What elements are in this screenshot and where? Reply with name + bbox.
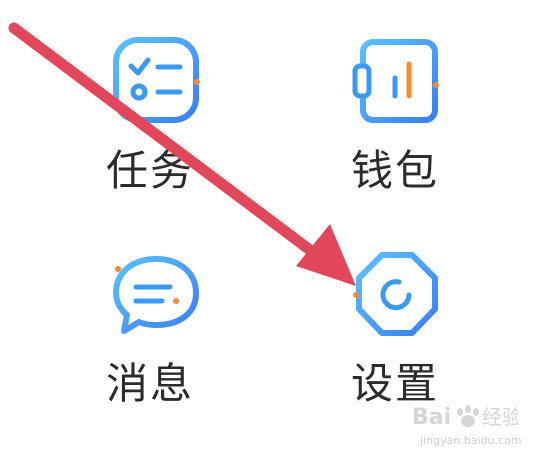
baidu-paw-logo-icon: Bai 经验 [412,405,518,430]
message-bubble-icon [106,245,206,345]
wallet-icon [347,30,447,130]
task-checklist-icon [106,30,206,130]
menu-item-tasks[interactable]: 任务 [70,30,270,220]
menu-item-label-wallet: 钱包 [351,146,440,195]
svg-text:经验: 经验 [482,405,518,429]
menu-item-messages[interactable]: 消息 [70,245,270,435]
menu-item-label-tasks: 任务 [106,146,195,195]
menu-item-wallet[interactable]: 钱包 [305,30,505,220]
settings-gear-icon [347,245,447,345]
watermark-url: jingyan.baidu.com [420,434,522,447]
screenshot-stage: 任务 钱包 消息 设置 Bai 经验 jingyan.baidu.com [0,0,540,456]
menu-item-label-messages: 消息 [106,359,195,408]
svg-text:Bai: Bai [412,405,451,430]
baidu-jingyan-watermark: Bai 经验 jingyan.baidu.com [410,398,522,450]
